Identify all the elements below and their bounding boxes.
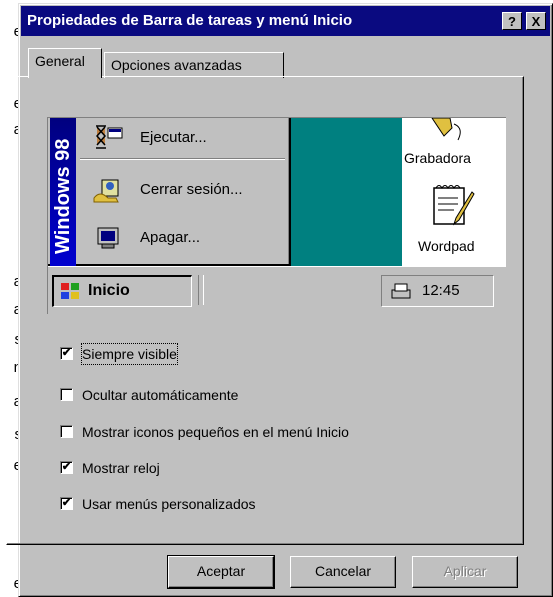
recorder-icon xyxy=(431,118,461,141)
window-title: Propiedades de Barra de tareas y menú In… xyxy=(27,12,353,29)
help-button[interactable]: ? xyxy=(502,12,522,30)
menu-item-run: Ejecutar... xyxy=(78,118,283,158)
show-clock-label: Mostrar reloj xyxy=(82,460,160,476)
start-menu-preview: Windows 98 Ejecutar... Cerrar sesión... xyxy=(48,118,291,266)
always-visible-label: Siempre visible xyxy=(81,343,178,365)
start-button: Inicio xyxy=(52,275,192,307)
taskbar: Inicio 12:45 xyxy=(48,266,506,314)
wordpad-icon xyxy=(433,185,475,226)
desktop-icon-recorder-label: Grabadora xyxy=(404,150,471,166)
shutdown-icon xyxy=(97,227,119,249)
clock: 12:45 xyxy=(422,282,460,299)
tab-advanced-options-label: Opciones avanzadas xyxy=(111,57,242,73)
logoff-icon xyxy=(93,179,119,203)
tab-advanced-options[interactable]: Opciones avanzadas xyxy=(104,52,284,78)
printer-icon xyxy=(391,283,411,299)
windows-logo-icon xyxy=(61,283,79,299)
taskbar-separator xyxy=(198,275,204,305)
title-bar[interactable]: Propiedades de Barra de tareas y menú In… xyxy=(21,6,550,36)
menu-item-logoff: Cerrar sesión... xyxy=(78,170,283,210)
taskbar-preview: Windows 98 Ejecutar... Cerrar sesión... xyxy=(47,117,506,314)
always-visible-checkbox[interactable]: ✔ xyxy=(60,347,73,360)
windows-banner-text: Windows 98 xyxy=(52,138,74,254)
desktop-area: Grabadora Wordpad xyxy=(402,118,506,285)
show-clock-checkbox[interactable]: ✔ xyxy=(60,461,73,474)
ok-button[interactable]: Aceptar xyxy=(167,555,275,589)
menu-item-logoff-label: Cerrar sesión... xyxy=(140,181,243,198)
auto-hide-label: Ocultar automáticamente xyxy=(82,387,239,403)
menu-item-shutdown-label: Apagar... xyxy=(140,229,201,246)
apply-button[interactable]: Aplicar xyxy=(412,556,518,588)
auto-hide-checkbox[interactable] xyxy=(60,388,73,401)
menu-item-run-label: Ejecutar... xyxy=(140,129,207,146)
desktop-icon-wordpad-label: Wordpad xyxy=(418,238,475,254)
tab-general-label: General xyxy=(35,53,85,69)
small-icons-label: Mostrar iconos pequeños en el menú Inici… xyxy=(82,424,349,440)
personalized-menus-checkbox[interactable]: ✔ xyxy=(60,497,73,510)
tab-general[interactable]: General xyxy=(28,48,102,78)
cancel-button[interactable]: Cancelar xyxy=(290,556,396,588)
menu-item-shutdown: Apagar... xyxy=(78,218,283,258)
menu-separator xyxy=(80,158,285,160)
personalized-menus-label: Usar menús personalizados xyxy=(82,496,256,512)
small-icons-checkbox[interactable] xyxy=(60,425,73,438)
start-button-label: Inicio xyxy=(88,282,130,299)
run-icon xyxy=(95,125,123,149)
close-button[interactable]: X xyxy=(526,12,546,30)
system-tray: 12:45 xyxy=(381,275,494,307)
windows-banner: Windows 98 xyxy=(50,118,76,266)
